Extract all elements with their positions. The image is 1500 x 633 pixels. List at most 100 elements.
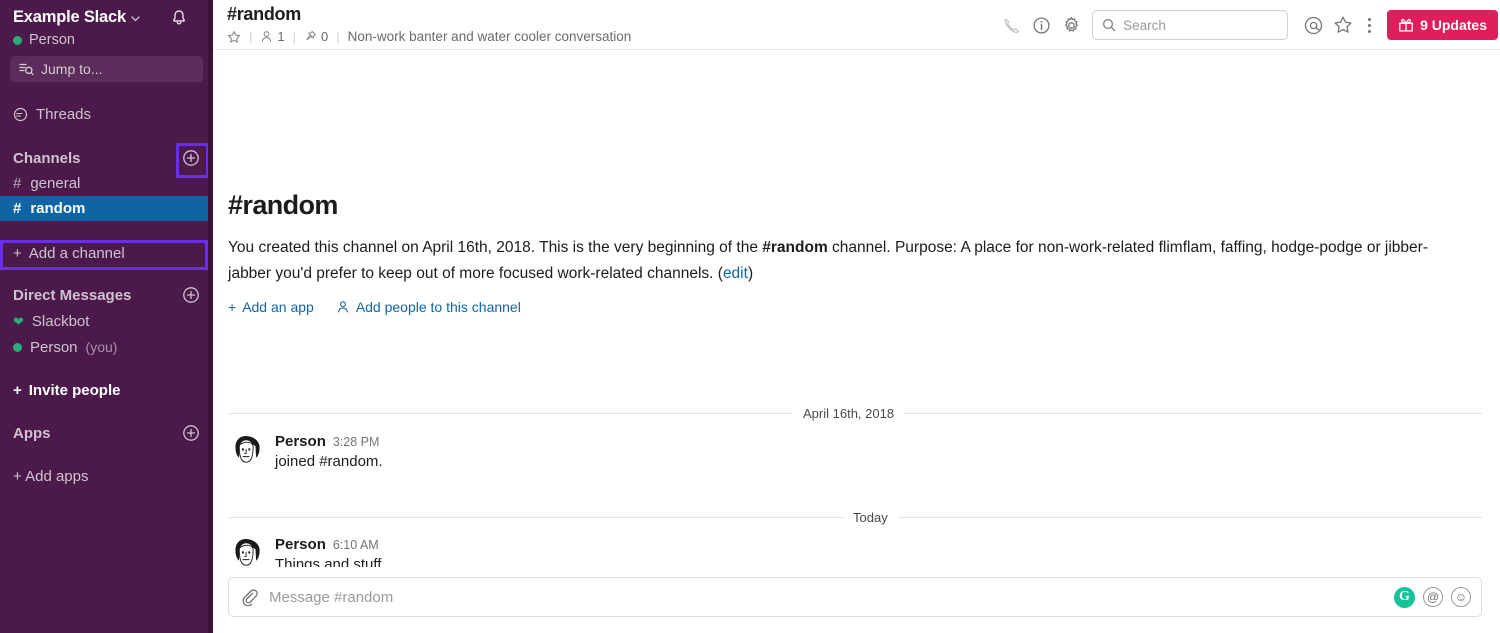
gear-icon[interactable] <box>1056 10 1086 40</box>
sidebar: Example Slack Person Jump to... Threads … <box>0 0 213 633</box>
emoji-icon[interactable]: ☺ <box>1451 587 1471 607</box>
channel-name-label: general <box>30 175 81 192</box>
date-divider: Today <box>228 510 1482 525</box>
intro-channel-mention[interactable]: #random <box>762 239 827 256</box>
at-icon[interactable]: @ <box>1423 587 1443 607</box>
sidebar-item-channel-random[interactable]: # random <box>0 196 213 221</box>
meta-separator: | <box>336 29 340 44</box>
presence-dot-icon <box>13 35 22 45</box>
divider-line <box>904 413 1482 414</box>
message-text: joined #random. <box>275 453 383 470</box>
star-icon[interactable] <box>227 30 241 44</box>
apps-section-title: Apps <box>13 424 51 442</box>
divider-line <box>897 517 1482 518</box>
sidebar-item-dm-person[interactable]: Person (you) <box>0 334 213 360</box>
avatar[interactable] <box>228 536 264 567</box>
hash-icon: # <box>13 175 22 192</box>
add-people-action[interactable]: Add people to this channel <box>336 299 521 315</box>
composer-placeholder: Message #random <box>269 588 394 606</box>
invite-people-row[interactable]: + Invite people <box>0 377 213 403</box>
star-outline-icon[interactable] <box>1328 10 1358 40</box>
presence-dot-icon <box>13 342 22 352</box>
members-count: 1 <box>277 29 285 44</box>
jump-to-label: Jump to... <box>41 61 103 77</box>
channel-header: #random | 1 | 0 | Non-work banter and wa… <box>213 0 1500 50</box>
add-apps-row[interactable]: + Add apps <box>0 463 213 489</box>
message-text: Things and stuff <box>275 556 382 567</box>
message-body: Person 6:10 AM Things and stuff THere is… <box>275 536 541 567</box>
apps-section-header: Apps <box>0 420 213 446</box>
add-a-channel-row[interactable]: + Add a channel <box>0 240 213 266</box>
updates-badge[interactable]: 9 Updates <box>1387 10 1498 40</box>
sidebar-item-threads-label: Threads <box>36 106 92 123</box>
meta-separator: | <box>249 29 253 44</box>
add-person-icon <box>336 300 350 314</box>
add-an-app-label: Add an app <box>242 299 314 315</box>
channel-topic[interactable]: Non-work banter and water cooler convers… <box>348 29 632 44</box>
channel-header-left: #random | 1 | 0 | Non-work banter and wa… <box>227 4 631 44</box>
add-a-channel-label: Add a channel <box>28 244 125 262</box>
date-divider-label[interactable]: Today <box>843 510 898 525</box>
channel-name-label: random <box>30 200 86 217</box>
sidebar-item-threads[interactable]: Threads <box>0 102 213 127</box>
message-author[interactable]: Person <box>275 536 326 553</box>
dm-you-label: (you) <box>85 339 118 355</box>
channel-title[interactable]: #random <box>227 4 631 25</box>
sidebar-item-channel-general[interactable]: # general <box>0 171 213 196</box>
edit-purpose-link[interactable]: edit <box>723 265 748 282</box>
chevron-down-icon[interactable] <box>131 16 140 22</box>
plus-icon: + <box>13 244 22 262</box>
pins-count: 0 <box>321 29 329 44</box>
date-divider-label[interactable]: April 16th, 2018 <box>793 406 904 421</box>
workspace-username[interactable]: Person <box>29 32 75 48</box>
avatar[interactable] <box>228 433 264 469</box>
message-author[interactable]: Person <box>275 433 326 450</box>
phone-icon[interactable] <box>996 10 1026 40</box>
add-direct-message-plus-icon[interactable] <box>182 286 200 304</box>
date-divider: April 16th, 2018 <box>228 406 1482 421</box>
add-an-app-action[interactable]: + Add an app <box>228 299 314 315</box>
message-header: Person 3:28 PM <box>275 433 383 450</box>
message-body: Person 3:28 PM joined #random. <box>275 433 383 473</box>
updates-label: 9 Updates <box>1420 17 1487 33</box>
workspace-header[interactable]: Example Slack Person <box>0 0 213 52</box>
channels-section-header: Channels <box>0 145 213 171</box>
workspace-user-row[interactable]: Person <box>13 32 201 48</box>
message-timestamp[interactable]: 3:28 PM <box>333 435 380 449</box>
kebab-menu-icon[interactable] <box>1358 10 1380 40</box>
intro-text-part1: You created this channel on April 16th, … <box>228 239 758 256</box>
at-icon[interactable] <box>1298 10 1328 40</box>
intro-text-part3: ) <box>747 265 754 282</box>
threads-icon <box>13 107 28 122</box>
message-timestamp[interactable]: 6:10 AM <box>333 538 379 552</box>
jump-to-search[interactable]: Jump to... <box>10 56 203 82</box>
bell-icon[interactable] <box>169 8 189 28</box>
message-row[interactable]: Person 6:10 AM Things and stuff THere is… <box>228 536 541 567</box>
plus-icon: + <box>13 381 22 399</box>
add-app-plus-icon[interactable] <box>182 424 200 442</box>
channel-meta-row: | 1 | 0 | Non-work banter and water cool… <box>227 29 631 44</box>
grammarly-icon[interactable]: G <box>1394 586 1415 608</box>
message-pane[interactable]: #random You created this channel on Apri… <box>213 50 1500 567</box>
add-apps-label: + Add apps <box>13 467 89 485</box>
slack-app-window: Example Slack Person Jump to... Threads … <box>0 0 1500 633</box>
direct-messages-section-title: Direct Messages <box>13 286 132 304</box>
message-row[interactable]: Person 3:28 PM joined #random. <box>228 433 383 473</box>
dm-name-label: Slackbot <box>31 312 90 330</box>
channels-section-title: Channels <box>13 149 81 167</box>
workspace-name[interactable]: Example Slack <box>13 8 126 27</box>
sidebar-item-dm-slackbot[interactable]: ❤ Slackbot <box>0 308 213 334</box>
members-count-item[interactable]: 1 <box>260 29 285 44</box>
add-channel-plus-icon[interactable] <box>182 149 200 167</box>
message-header: Person 6:10 AM <box>275 536 541 553</box>
message-composer[interactable]: Message #random G @ ☺ <box>228 577 1482 617</box>
channel-intro-title: #random <box>228 190 338 220</box>
pins-count-item[interactable]: 0 <box>304 29 328 44</box>
paperclip-icon[interactable] <box>240 588 258 606</box>
invite-people-label: Invite people <box>28 381 121 399</box>
hash-icon: # <box>13 200 22 217</box>
search-icon <box>1102 18 1116 32</box>
members-icon <box>260 30 273 43</box>
info-icon[interactable] <box>1026 10 1056 40</box>
search-input[interactable]: Search <box>1092 10 1289 40</box>
